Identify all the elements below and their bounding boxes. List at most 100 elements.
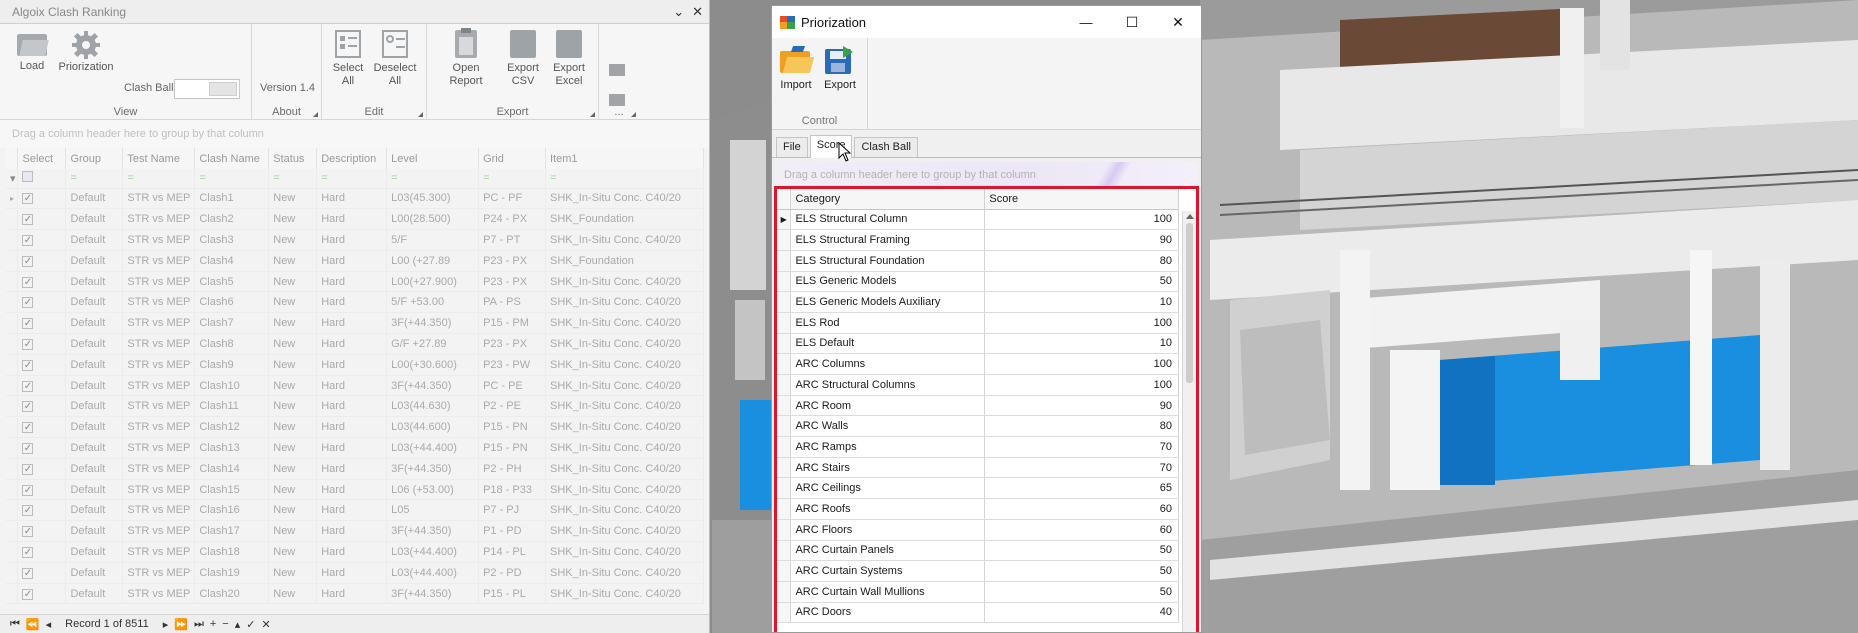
- table-row[interactable]: ARC Room 90: [777, 395, 1179, 417]
- filter-cell[interactable]: =: [122, 169, 196, 189]
- column-header[interactable]: Status: [268, 148, 318, 169]
- save-record-icon[interactable]: ✓: [246, 618, 255, 631]
- filter-cell[interactable]: =: [316, 169, 388, 189]
- table-row[interactable]: ARC Curtain Wall Mullions 50: [777, 581, 1179, 603]
- open-report-button[interactable]: Open Report: [435, 28, 497, 88]
- table-row[interactable]: ✓ Default STR vs MEP Clash12 New Hard L03(44.6…: [6, 416, 704, 439]
- score-cell[interactable]: 50: [984, 560, 1179, 582]
- category-cell[interactable]: ELS Default: [790, 333, 986, 355]
- select-checkbox[interactable]: ✓: [17, 229, 67, 251]
- category-cell[interactable]: ELS Structural Framing: [790, 229, 986, 251]
- category-cell[interactable]: ARC Ceilings: [790, 477, 986, 500]
- edit-expander-icon[interactable]: [418, 112, 423, 117]
- load-button[interactable]: Load: [14, 30, 50, 73]
- score-cell[interactable]: 80: [984, 415, 1179, 438]
- category-cell[interactable]: ARC Curtain Systems: [790, 560, 986, 582]
- more-expander-icon[interactable]: [631, 112, 636, 117]
- category-cell[interactable]: ARC Curtain Wall Mullions: [790, 581, 986, 603]
- table-row[interactable]: ✓ Default STR vs MEP Clash10 New Hard 3F(+44.3…: [6, 375, 704, 397]
- vertical-scrollbar[interactable]: [1182, 211, 1196, 632]
- table-row[interactable]: ARC Curtain Panels 50: [777, 540, 1179, 562]
- select-checkbox[interactable]: ✓: [17, 208, 67, 231]
- table-row[interactable]: ARC Ceilings 65: [777, 477, 1179, 500]
- category-cell[interactable]: ARC Roofs: [790, 498, 986, 520]
- table-row[interactable]: ✓ Default STR vs MEP Clash4 New Hard L00 (+27.…: [6, 250, 704, 272]
- tab-clash-ball[interactable]: Clash Ball: [854, 137, 919, 157]
- select-all-button[interactable]: Select All: [330, 30, 366, 88]
- category-cell[interactable]: ARC Walls: [790, 415, 986, 438]
- category-cell[interactable]: ARC Columns: [790, 353, 986, 375]
- next-record-icon[interactable]: ▸: [163, 618, 169, 631]
- tool-icon-2[interactable]: [609, 94, 625, 106]
- tab-file[interactable]: File: [776, 137, 808, 157]
- select-checkbox[interactable]: ✓: [17, 375, 67, 397]
- table-row[interactable]: ELS Default 10: [777, 333, 1179, 355]
- priorization-button[interactable]: Priorization: [58, 30, 114, 74]
- table-row[interactable]: ✓ Default STR vs MEP Clash2 New Hard L00(28.50…: [6, 208, 704, 231]
- table-row[interactable]: ✓ Default STR vs MEP Clash5 New Hard L00(+27.9…: [6, 271, 704, 293]
- minimize-button[interactable]: —: [1063, 6, 1109, 38]
- export-csv-button[interactable]: Export CSV: [505, 30, 541, 88]
- category-cell[interactable]: ARC Floors: [790, 519, 986, 541]
- edit-record-icon[interactable]: ▴: [235, 618, 241, 631]
- score-cell[interactable]: 10: [984, 333, 1179, 355]
- clash-ball-toggle[interactable]: [174, 79, 240, 99]
- select-checkbox[interactable]: ✓: [17, 312, 67, 335]
- category-cell[interactable]: ARC Doors: [790, 602, 986, 624]
- score-cell[interactable]: 70: [984, 457, 1179, 479]
- select-checkbox[interactable]: ✓: [17, 437, 67, 459]
- score-cell[interactable]: 50: [984, 581, 1179, 603]
- category-cell[interactable]: ELS Structural Column: [790, 209, 986, 231]
- category-cell[interactable]: ARC Structural Columns: [790, 374, 986, 396]
- score-cell[interactable]: 50: [984, 271, 1179, 293]
- prev-page-icon[interactable]: ⏪: [26, 618, 40, 631]
- about-expander-icon[interactable]: [313, 112, 318, 117]
- select-checkbox[interactable]: ✓: [17, 250, 67, 272]
- score-cell[interactable]: 100: [984, 353, 1179, 375]
- score-cell[interactable]: 90: [984, 395, 1179, 417]
- column-header[interactable]: Level: [386, 148, 480, 169]
- next-page-icon[interactable]: ⏩: [174, 618, 188, 631]
- score-cell[interactable]: 80: [984, 250, 1179, 272]
- score-cell[interactable]: 50: [984, 540, 1179, 562]
- scroll-up-icon[interactable]: [1186, 214, 1194, 219]
- score-cell[interactable]: 40: [984, 602, 1179, 624]
- table-row[interactable]: ✓ Default STR vs MEP Clash17 New Hard 3F(+44.3…: [6, 520, 704, 543]
- category-cell[interactable]: ELS Generic Models Auxiliary: [790, 291, 986, 313]
- export-button[interactable]: Export: [820, 46, 860, 91]
- table-row[interactable]: ARC Columns 100: [777, 353, 1179, 375]
- column-header[interactable]: Grid: [478, 148, 547, 169]
- category-cell[interactable]: ARC Curtain Panels: [790, 540, 986, 562]
- first-record-icon[interactable]: ⏮: [10, 618, 20, 631]
- pin-icon[interactable]: ⌄: [673, 4, 684, 20]
- column-header[interactable]: Item1: [545, 148, 704, 169]
- table-row[interactable]: ✓ Default STR vs MEP Clash18 New Hard L03(+44.…: [6, 541, 704, 563]
- filter-cell[interactable]: =: [65, 169, 124, 189]
- select-checkbox[interactable]: ✓: [17, 541, 67, 563]
- table-row[interactable]: ✓ Default STR vs MEP Clash9 New Hard L00(+30.6…: [6, 354, 704, 376]
- maximize-button[interactable]: ☐: [1109, 6, 1155, 38]
- table-row[interactable]: ARC Curtain Systems 50: [777, 560, 1179, 582]
- table-row[interactable]: ELS Rod 100: [777, 312, 1179, 334]
- category-cell[interactable]: ELS Generic Models: [790, 271, 986, 293]
- table-row[interactable]: ✓ Default STR vs MEP Clash13 New Hard L03(+44.…: [6, 437, 704, 459]
- score-cell[interactable]: 60: [984, 519, 1179, 541]
- table-row[interactable]: ARC Ramps 70: [777, 436, 1179, 458]
- tool-icon-1[interactable]: [609, 64, 625, 76]
- scrollbar-thumb[interactable]: [1186, 223, 1193, 383]
- table-row[interactable]: ARC Doors 40: [777, 602, 1179, 624]
- select-checkbox[interactable]: ✓: [17, 333, 67, 355]
- select-checkbox[interactable]: ✓: [17, 354, 67, 376]
- select-checkbox[interactable]: ✓: [17, 458, 67, 480]
- prev-record-icon[interactable]: ◂: [46, 618, 52, 631]
- select-checkbox[interactable]: ✓: [17, 188, 67, 210]
- score-cell[interactable]: 70: [984, 436, 1179, 458]
- deselect-all-button[interactable]: Deselect All: [372, 30, 418, 88]
- filter-checkbox[interactable]: [17, 169, 67, 189]
- filter-cell[interactable]: =: [268, 169, 318, 189]
- add-record-icon[interactable]: +: [210, 618, 216, 630]
- export-expander-icon[interactable]: [590, 112, 595, 117]
- table-row[interactable]: ✓ Default STR vs MEP Clash6 New Hard 5/F +53.0…: [6, 291, 704, 314]
- import-button[interactable]: Import: [776, 46, 816, 91]
- category-cell[interactable]: ELS Structural Foundation: [790, 250, 986, 272]
